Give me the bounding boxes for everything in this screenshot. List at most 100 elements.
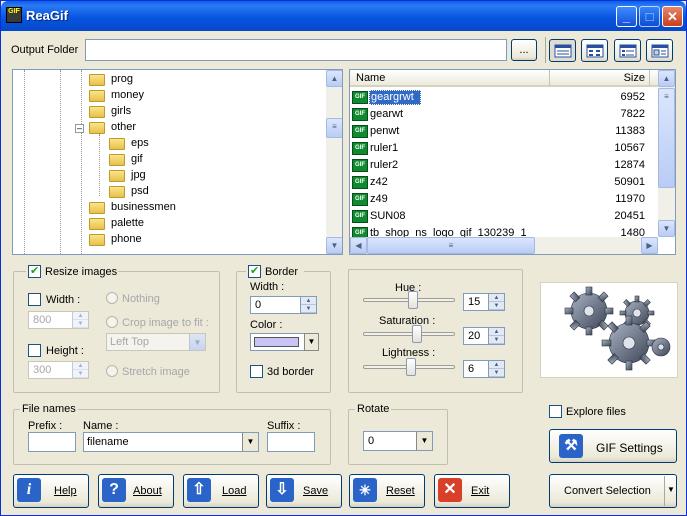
- browse-button[interactable]: ...: [511, 39, 537, 61]
- width-spinbox[interactable]: 800 ▲ ▼: [28, 311, 89, 329]
- border-width-spinbox[interactable]: 0 ▲ ▼: [250, 296, 317, 314]
- hue-spinbox[interactable]: 15 ▲ ▼: [463, 293, 505, 311]
- tree-scrollbar[interactable]: ▲ ≡ ▼: [326, 70, 342, 254]
- saturation-spinbox[interactable]: 20 ▲ ▼: [463, 327, 505, 345]
- color-swatch: [254, 337, 299, 347]
- minimize-button[interactable]: _: [616, 6, 637, 27]
- gif-file-icon: GIF: [352, 159, 368, 172]
- save-button[interactable]: ⇩ Save: [266, 474, 342, 508]
- folder-tree[interactable]: prog money girls – other eps gif jpg psd…: [12, 69, 343, 255]
- view-small-icons-button[interactable]: [581, 39, 608, 62]
- rotate-title: Rotate: [355, 403, 392, 415]
- help-button[interactable]: i Help: [13, 474, 89, 508]
- chevron-down-icon[interactable]: ▼: [189, 334, 205, 350]
- stretch-label: Stretch image: [122, 366, 190, 378]
- file-row[interactable]: GIF z42 50901: [350, 174, 645, 191]
- file-row[interactable]: GIF gearwt 7822: [350, 106, 645, 123]
- file-row[interactable]: GIF ruler1 10567: [350, 140, 645, 157]
- suffix-label: Suffix :: [267, 420, 301, 432]
- scroll-thumb[interactable]: ≡: [326, 118, 342, 138]
- resize-images-checkbox[interactable]: [28, 264, 41, 278]
- output-folder-input[interactable]: [85, 39, 507, 61]
- height-label: Height :: [46, 345, 84, 357]
- chevron-down-icon[interactable]: ▼: [242, 433, 258, 451]
- rotate-select[interactable]: 0 ▼: [363, 431, 433, 451]
- lightness-spin-buttons[interactable]: ▲ ▼: [488, 361, 504, 377]
- file-row[interactable]: GIF SUN08 20451: [350, 208, 645, 225]
- hue-slider-thumb[interactable]: [408, 291, 418, 309]
- scroll-up-icon[interactable]: ▲: [658, 70, 675, 87]
- window-title: ReaGif: [26, 8, 68, 23]
- file-list-hscrollbar[interactable]: ◀ ≡ ▶: [350, 237, 658, 254]
- chevron-down-icon[interactable]: ▼: [667, 485, 675, 494]
- collapse-toggle[interactable]: –: [75, 124, 84, 133]
- scroll-up-icon[interactable]: ▲: [326, 70, 342, 87]
- maximize-button[interactable]: □: [639, 6, 660, 27]
- gif-file-icon: GIF: [352, 91, 368, 104]
- width-checkbox[interactable]: [28, 293, 41, 306]
- 3d-border-checkbox[interactable]: [250, 365, 263, 378]
- border-color-picker[interactable]: ▼: [250, 333, 319, 351]
- file-row[interactable]: GIF ruler2 12874: [350, 157, 645, 174]
- scroll-right-icon[interactable]: ▶: [641, 237, 658, 254]
- large-icons-icon: [554, 44, 571, 58]
- about-button[interactable]: ? About: [98, 474, 174, 508]
- crop-position-select[interactable]: Left Top ▼: [106, 333, 206, 351]
- close-button[interactable]: ✕: [662, 6, 683, 27]
- prefix-input[interactable]: [28, 432, 76, 452]
- file-row[interactable]: GIF z49 11970: [350, 191, 645, 208]
- view-large-icons-button[interactable]: [549, 39, 576, 62]
- nothing-radio[interactable]: [106, 292, 118, 304]
- chevron-down-icon[interactable]: ▼: [416, 432, 432, 450]
- file-row[interactable]: GIF penwt 11383: [350, 123, 645, 140]
- close-icon: ✕: [667, 9, 678, 24]
- tree-guide-line: [81, 70, 82, 254]
- filenames-title: File names: [20, 403, 78, 415]
- hue-spin-buttons[interactable]: ▲ ▼: [488, 294, 504, 310]
- saturation-slider-track[interactable]: [363, 332, 455, 336]
- file-row[interactable]: GIF geargrwt 6952: [350, 89, 645, 106]
- title-bar[interactable]: GIF ReaGif _ □ ✕: [1, 1, 686, 31]
- file-list-vscrollbar[interactable]: ▲ ≡ ▼: [658, 70, 675, 237]
- crop-label: Crop image to fit :: [122, 317, 209, 329]
- view-details-button[interactable]: [646, 39, 673, 62]
- height-spin-buttons[interactable]: ▲ ▼: [72, 362, 88, 378]
- load-button[interactable]: ⇧ Load: [183, 474, 259, 508]
- explore-files-checkbox[interactable]: [549, 405, 562, 418]
- border-width-spin-buttons[interactable]: ▲ ▼: [300, 297, 316, 313]
- name-select[interactable]: filename ▼: [83, 432, 259, 452]
- scroll-thumb[interactable]: ≡: [367, 237, 535, 254]
- height-spinbox[interactable]: 300 ▲ ▼: [28, 361, 89, 379]
- column-header-size[interactable]: Size: [550, 70, 650, 86]
- saturation-spin-buttons[interactable]: ▲ ▼: [488, 328, 504, 344]
- scroll-left-icon[interactable]: ◀: [350, 237, 367, 254]
- gif-file-icon: GIF: [352, 108, 368, 121]
- scroll-down-icon[interactable]: ▼: [326, 237, 342, 254]
- border-checkbox[interactable]: [248, 264, 261, 278]
- chevron-down-icon[interactable]: ▼: [304, 333, 319, 351]
- crop-radio[interactable]: [106, 316, 118, 328]
- stretch-radio[interactable]: [106, 365, 118, 377]
- lightness-spinbox[interactable]: 6 ▲ ▼: [463, 360, 505, 378]
- gif-file-icon: GIF: [352, 176, 368, 189]
- lightness-slider-thumb[interactable]: [406, 358, 416, 376]
- column-header-name[interactable]: Name: [350, 70, 550, 86]
- file-list[interactable]: Name Size GIF geargrwt 6952 GIF gearwt 7822 …: [349, 69, 676, 255]
- width-spin-buttons[interactable]: ▲ ▼: [72, 312, 88, 328]
- gears-image: [564, 286, 671, 371]
- tree-guide-line: [60, 70, 61, 254]
- convert-selection-button[interactable]: Convert Selection ▼: [549, 474, 677, 508]
- 3d-border-label: 3d border: [267, 366, 315, 378]
- exit-button[interactable]: ✕ Exit: [434, 474, 510, 508]
- scroll-down-icon[interactable]: ▼: [658, 220, 675, 237]
- suffix-input[interactable]: [267, 432, 315, 452]
- gif-settings-button[interactable]: ⚒ GIF Settings: [549, 429, 677, 463]
- maximize-icon: □: [645, 9, 654, 24]
- view-list-button[interactable]: [614, 39, 641, 62]
- folder-icon: [89, 234, 105, 246]
- height-checkbox[interactable]: [28, 344, 41, 357]
- reset-button[interactable]: ✳ Reset: [349, 474, 425, 508]
- saturation-slider-thumb[interactable]: [412, 325, 422, 343]
- scroll-thumb[interactable]: ≡: [658, 88, 675, 188]
- split-divider: [664, 476, 665, 506]
